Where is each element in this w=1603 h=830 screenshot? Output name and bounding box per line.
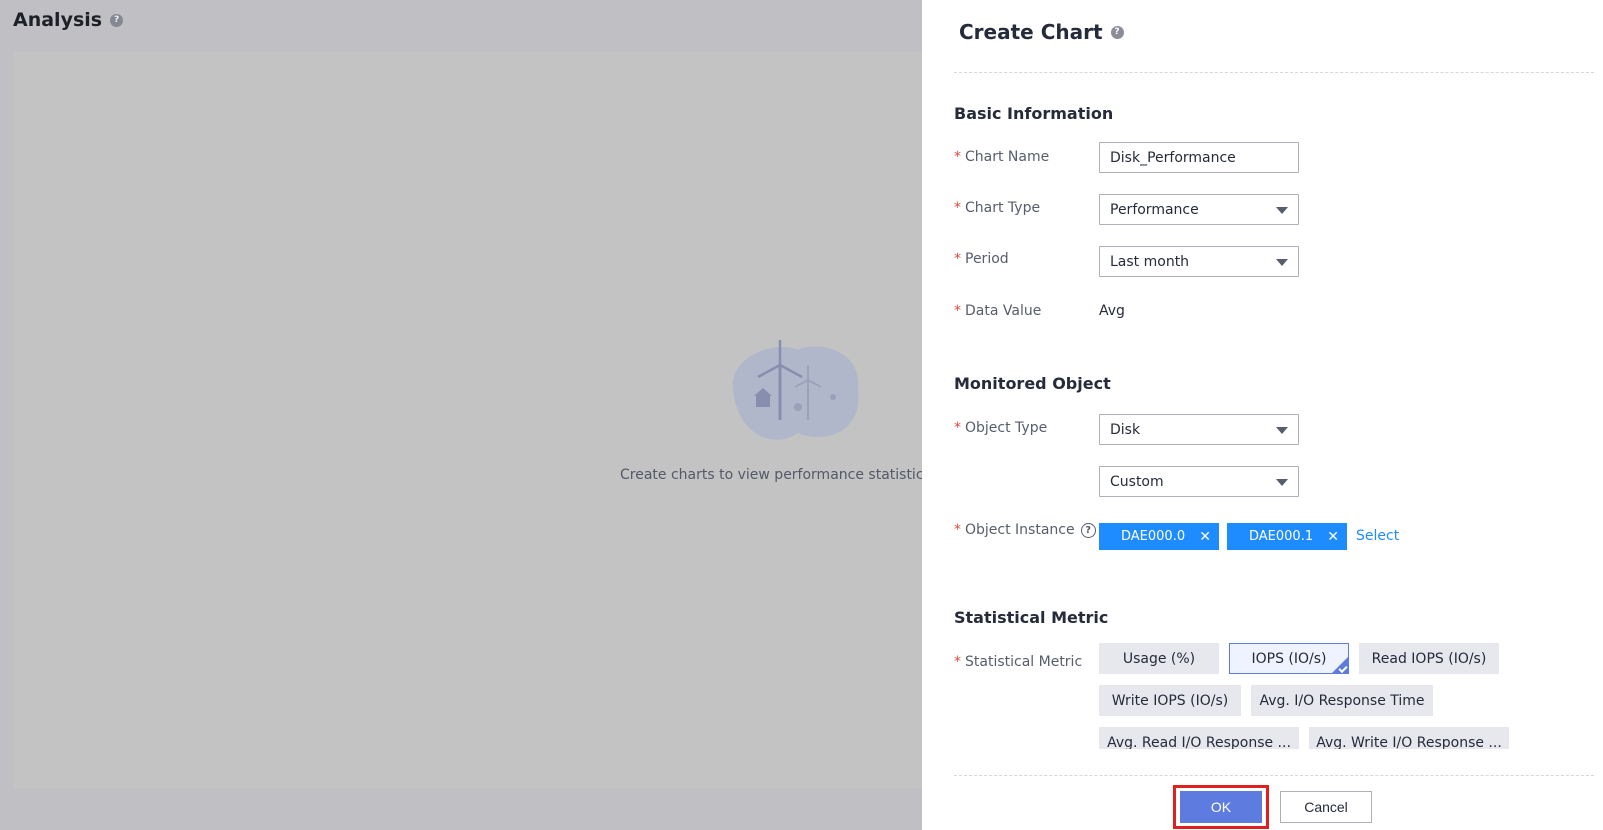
required-mark: *	[954, 420, 961, 436]
help-icon[interactable]: ?	[1110, 25, 1124, 39]
period-label: * Period	[954, 251, 1009, 267]
data-value-label: * Data Value	[954, 303, 1042, 319]
chevron-down-icon	[1276, 207, 1288, 214]
help-circle-icon[interactable]: ?	[1080, 522, 1096, 538]
required-mark: *	[954, 149, 961, 165]
select-instance-link[interactable]: Select	[1356, 528, 1399, 544]
close-icon[interactable]: ✕	[1327, 529, 1339, 545]
period-select[interactable]: Last month	[1099, 246, 1299, 277]
instance-tag: DAE000.1 ✕	[1227, 523, 1347, 550]
metric-chip[interactable]: Avg. I/O Response Time	[1251, 685, 1433, 716]
statistical-metric-label: * Statistical Metric	[954, 654, 1083, 670]
metric-chip[interactable]: Avg. Write I/O Response ...	[1309, 727, 1509, 749]
object-instance-label: * Object Instance ?	[954, 522, 1096, 538]
section-statistical-metric: Statistical Metric	[954, 608, 1109, 627]
object-subtype-select[interactable]: Custom	[1099, 466, 1299, 497]
required-mark: *	[954, 251, 961, 267]
object-type-value: Disk	[1110, 421, 1141, 438]
chart-name-label: * Chart Name	[954, 149, 1050, 165]
divider	[954, 775, 1594, 776]
cancel-button[interactable]: Cancel	[1280, 791, 1372, 823]
divider	[954, 72, 1594, 73]
chevron-down-icon	[1276, 427, 1288, 434]
required-mark: *	[954, 200, 961, 216]
chart-type-value: Performance	[1110, 201, 1199, 218]
metric-chip-group: Usage (%) IOPS (IO/s) Read IOPS (IO/s) W…	[1099, 643, 1569, 749]
close-icon[interactable]: ✕	[1199, 529, 1211, 545]
metric-chip[interactable]: Avg. Read I/O Response ...	[1099, 727, 1299, 749]
chart-name-input[interactable]	[1110, 149, 1288, 166]
metric-chip[interactable]: Write IOPS (IO/s)	[1099, 685, 1241, 716]
check-icon	[1332, 657, 1348, 673]
chart-name-field[interactable]	[1099, 142, 1299, 173]
drawer-title: Create Chart ?	[959, 20, 1124, 44]
metric-chip[interactable]: Read IOPS (IO/s)	[1359, 643, 1499, 674]
metric-chip[interactable]: Usage (%)	[1099, 643, 1219, 674]
object-type-select[interactable]: Disk	[1099, 414, 1299, 445]
chevron-down-icon	[1276, 259, 1288, 266]
data-value-text: Avg	[1099, 303, 1125, 319]
period-value: Last month	[1110, 253, 1190, 270]
metric-chip-selected[interactable]: IOPS (IO/s)	[1229, 643, 1349, 674]
section-basic-information: Basic Information	[954, 104, 1114, 123]
object-subtype-value: Custom	[1110, 473, 1164, 490]
required-mark: *	[954, 522, 961, 538]
required-mark: *	[954, 654, 961, 670]
chart-type-label: * Chart Type	[954, 200, 1041, 216]
chart-type-select[interactable]: Performance	[1099, 194, 1299, 225]
chevron-down-icon	[1276, 479, 1288, 486]
instance-tag: DAE000.0 ✕	[1099, 523, 1219, 550]
object-type-label: * Object Type	[954, 420, 1048, 436]
section-monitored-object: Monitored Object	[954, 374, 1111, 393]
required-mark: *	[954, 303, 961, 319]
ok-button[interactable]: OK	[1180, 791, 1262, 823]
